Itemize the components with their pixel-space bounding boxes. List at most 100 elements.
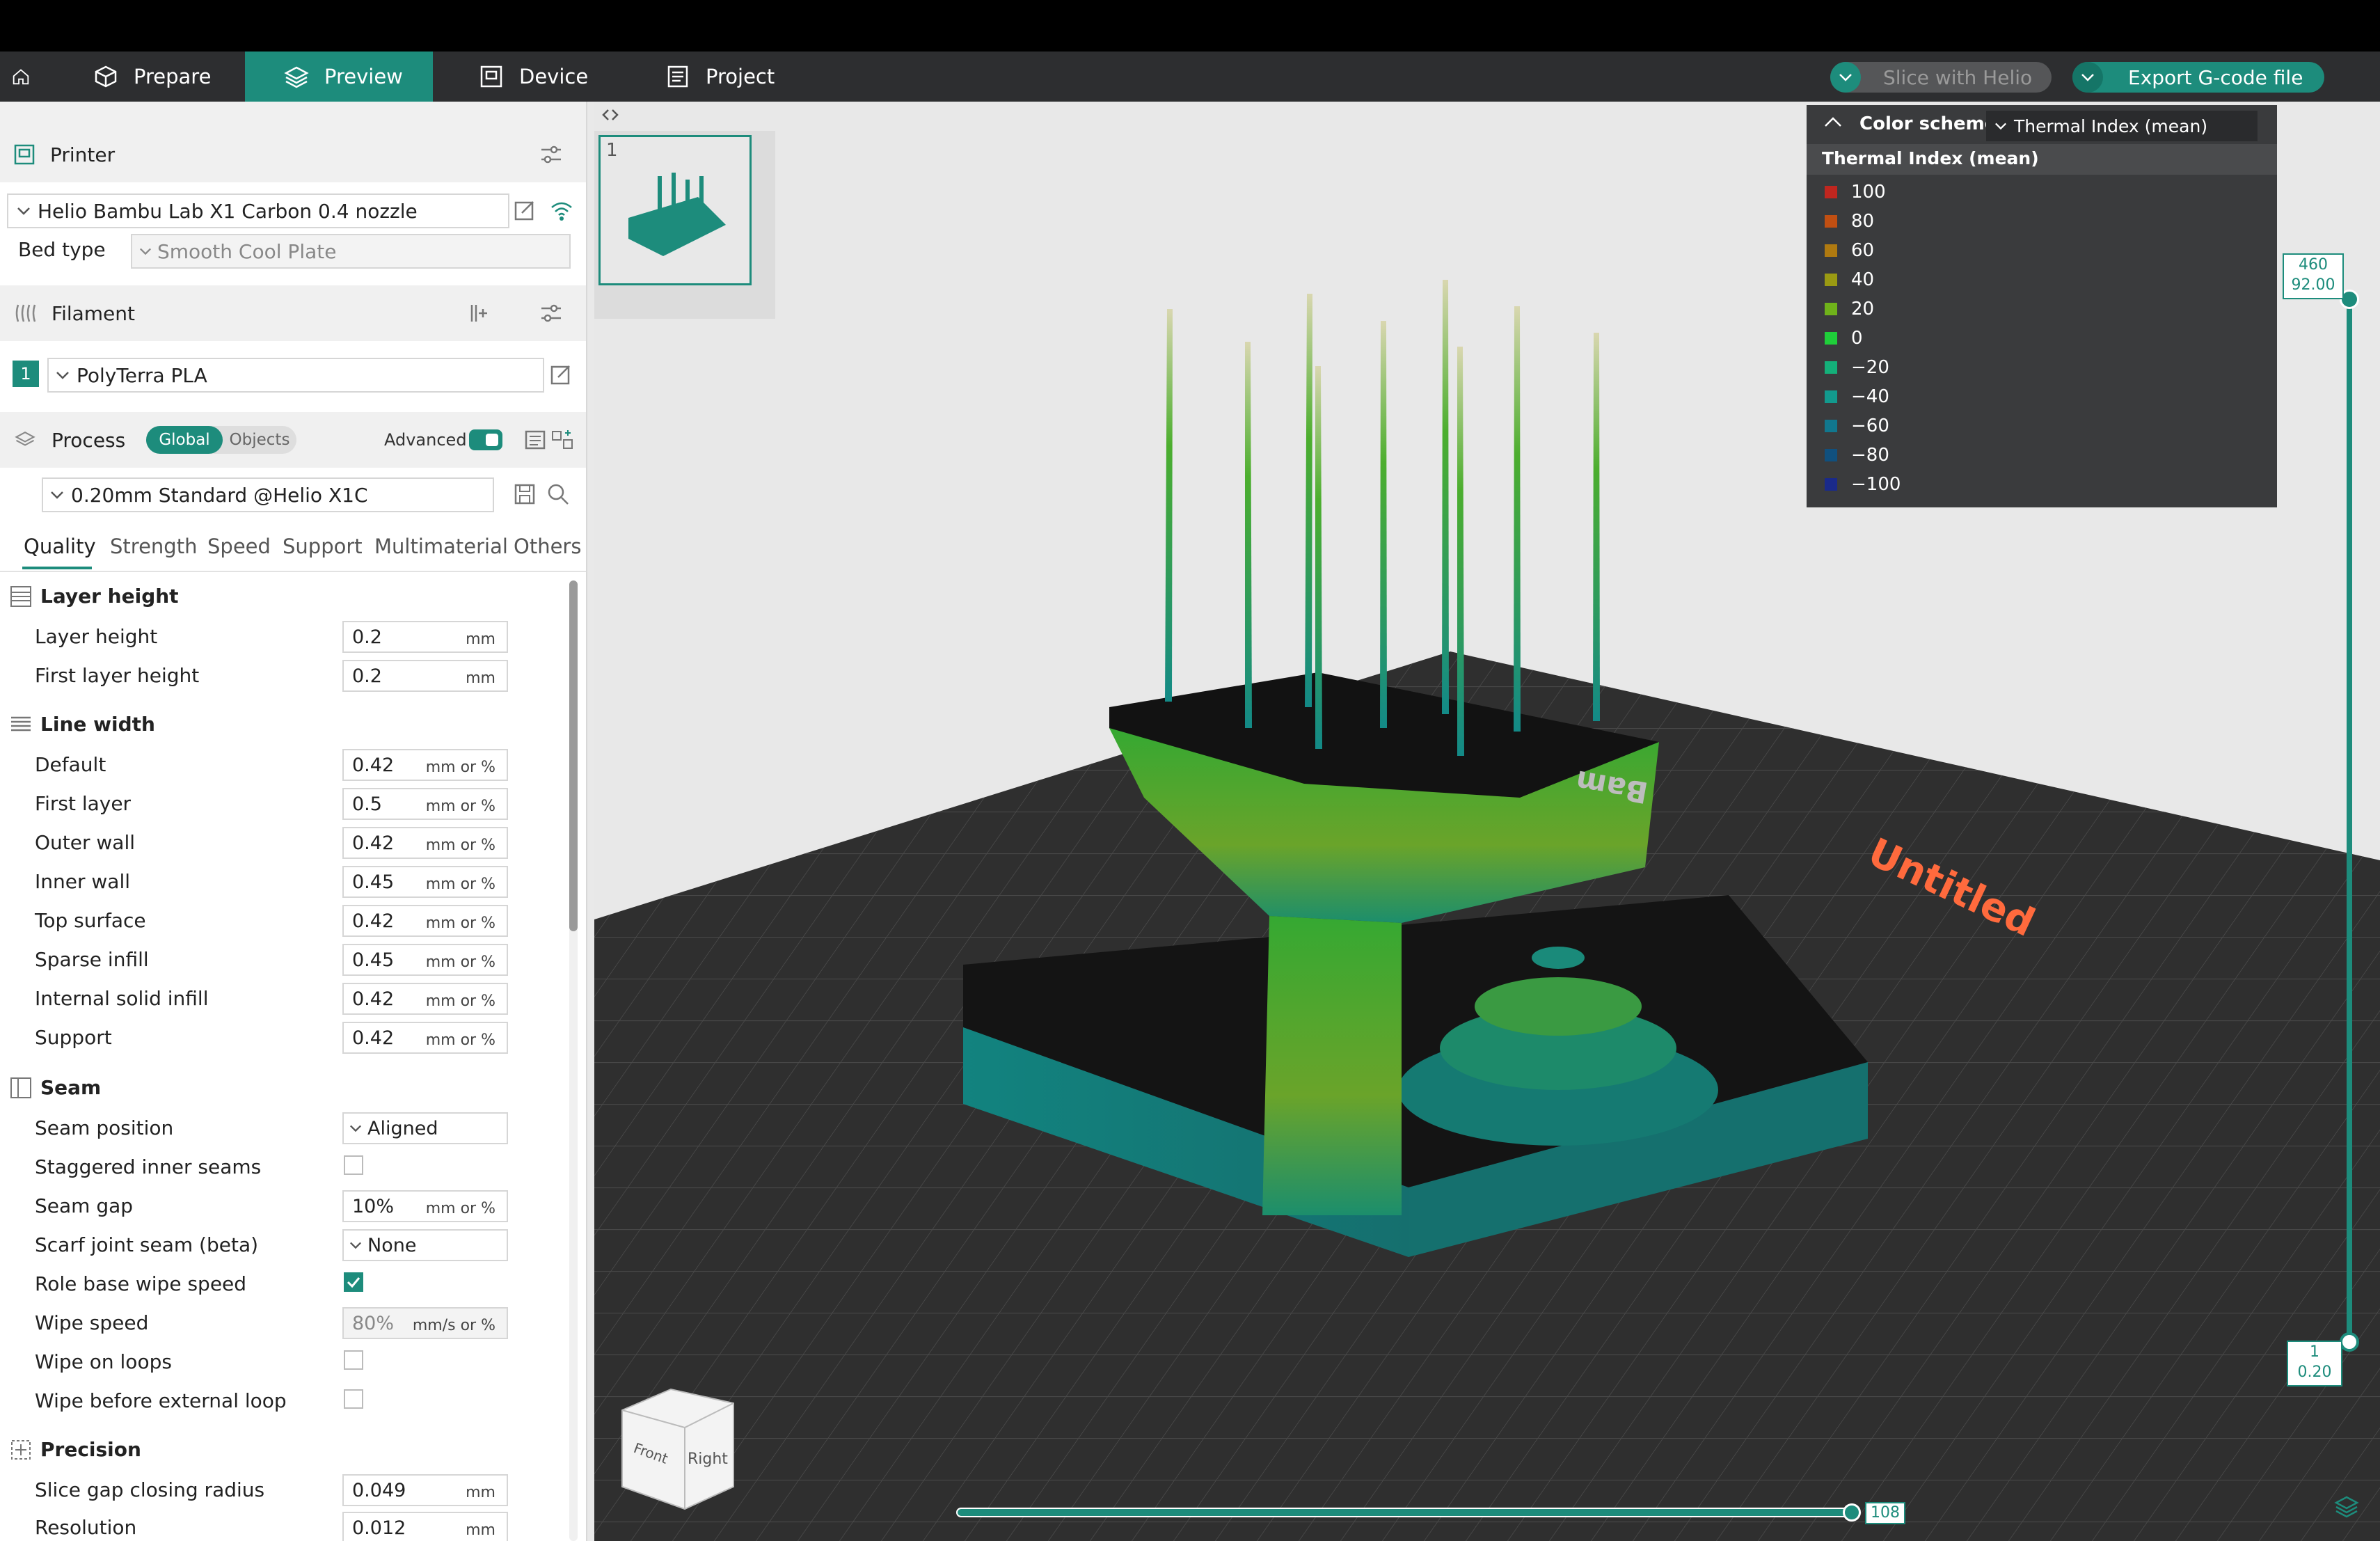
tab-device[interactable]: Device	[479, 52, 618, 102]
staggered-inner-seams-checkbox[interactable]	[344, 1155, 363, 1175]
wipe-speed-input[interactable]: 80% mm/s or %	[342, 1307, 508, 1339]
filament-settings-icon[interactable]	[540, 303, 562, 324]
bed-type-select[interactable]: Smooth Cool Plate	[131, 234, 571, 269]
line-width-inner-wall-input[interactable]: 0.45 mm or %	[342, 866, 508, 898]
layer-top-number: 460	[2299, 256, 2328, 274]
wipe-before-external-loop-checkbox[interactable]	[344, 1389, 363, 1409]
process-layers-icon	[15, 431, 35, 446]
line-width-sparse-infill-input[interactable]: 0.45 mm or %	[342, 944, 508, 976]
tab-project-label: Project	[706, 65, 775, 88]
settings-scrollbar-thumb[interactable]	[569, 580, 578, 931]
slice-gap-closing-radius-unit: mm	[466, 1484, 495, 1501]
line-width-internal-solid-infill-label: Internal solid infill	[35, 987, 209, 1010]
printer-select[interactable]: Helio Bambu Lab X1 Carbon 0.4 nozzle	[7, 193, 509, 228]
slice-dropdown-toggle[interactable]	[1830, 62, 1861, 93]
export-gcode-button[interactable]: Export G-code file	[2072, 62, 2324, 93]
layers-toggle-icon[interactable]	[2334, 1494, 2359, 1519]
tab-quality[interactable]: Quality	[24, 535, 96, 558]
tab-project[interactable]: Project	[665, 52, 804, 102]
edit-printer-icon[interactable]	[514, 199, 536, 221]
filament-header: Filament	[0, 285, 586, 341]
line-width-top-surface-unit: mm or %	[425, 915, 495, 932]
advanced-toggle[interactable]	[469, 429, 502, 450]
precision-icon	[11, 1439, 31, 1460]
printer-settings-icon[interactable]	[540, 144, 562, 165]
plate-thumbnail[interactable]: 1	[598, 135, 752, 285]
toggle-global[interactable]: Global	[146, 426, 223, 454]
layer-height-input[interactable]: 0.2 mm	[342, 621, 508, 653]
slice-with-helio-button[interactable]: Slice with Helio	[1830, 62, 2052, 93]
scarf-joint-select[interactable]: None	[342, 1229, 508, 1261]
legend-item: −100	[1825, 474, 1901, 495]
group-layer-height: Layer height	[10, 585, 179, 608]
edit-filament-icon[interactable]	[550, 363, 572, 386]
seam-gap-input[interactable]: 10% mm or %	[342, 1190, 508, 1222]
chevron-down-icon	[51, 491, 63, 499]
layers-icon	[284, 66, 309, 88]
line-width-group-title: Line width	[40, 713, 155, 736]
home-button[interactable]	[11, 52, 46, 102]
legend-item: 60	[1825, 240, 1874, 261]
wipe-on-loops-checkbox[interactable]	[344, 1350, 363, 1370]
global-objects-toggle[interactable]: Global Objects	[146, 426, 296, 454]
legend-label: 60	[1851, 240, 1875, 261]
seam-position-value: Aligned	[367, 1117, 438, 1139]
list-view-icon[interactable]	[525, 429, 546, 450]
group-precision: Precision	[10, 1438, 141, 1461]
legend-label: −20	[1851, 357, 1889, 378]
search-icon[interactable]	[547, 483, 569, 505]
first-layer-height-value: 0.2	[352, 665, 382, 687]
wifi-icon[interactable]	[550, 199, 573, 221]
process-profile-select[interactable]: 0.20mm Standard @Helio X1C	[42, 477, 494, 512]
legend-item: 40	[1825, 269, 1874, 290]
color-scheme-value: Thermal Index (mean)	[2014, 116, 2208, 136]
line-width-outer-wall-label: Outer wall	[35, 831, 136, 854]
tab-speed[interactable]: Speed	[207, 535, 271, 558]
filament-slot-badge[interactable]: 1	[13, 361, 39, 387]
tab-support[interactable]: Support	[283, 535, 363, 558]
resolution-input[interactable]: 0.012 mm	[342, 1512, 508, 1541]
staggered-inner-seams-label: Staggered inner seams	[35, 1155, 262, 1178]
chevron-up-icon[interactable]	[1823, 115, 1843, 129]
tab-strength[interactable]: Strength	[110, 535, 197, 558]
line-width-support-value: 0.42	[352, 1027, 395, 1049]
chevron-down-icon	[1995, 123, 2006, 130]
line-width-support-input[interactable]: 0.42 mm or %	[342, 1022, 508, 1054]
save-icon[interactable]	[514, 483, 536, 505]
export-dropdown-toggle[interactable]	[2072, 62, 2103, 93]
filament-name: PolyTerra PLA	[77, 363, 207, 387]
move-slider-handle[interactable]	[1843, 1503, 1861, 1522]
settings-scrollbar-track[interactable]	[569, 580, 578, 1541]
toggle-objects[interactable]: Objects	[223, 431, 296, 449]
collapse-sidebar-icon[interactable]	[600, 104, 621, 125]
line-width-first-layer-input[interactable]: 0.5 mm or %	[342, 788, 508, 820]
line-width-outer-wall-input[interactable]: 0.42 mm or %	[342, 827, 508, 859]
bed-type-value: Smooth Cool Plate	[157, 239, 337, 263]
tab-others[interactable]: Others	[514, 535, 581, 558]
layer-slider-track[interactable]	[2347, 297, 2352, 1341]
tab-preview[interactable]: Preview	[245, 52, 433, 102]
precision-group-title: Precision	[40, 1438, 141, 1461]
filament-title: Filament	[51, 301, 136, 325]
seam-position-select[interactable]: Aligned	[342, 1112, 508, 1144]
slice-gap-closing-radius-input[interactable]: 0.049 mm	[342, 1474, 508, 1506]
compare-icon[interactable]	[551, 429, 573, 451]
tab-multimaterial[interactable]: Multimaterial	[374, 535, 508, 558]
resolution-label: Resolution	[35, 1516, 137, 1539]
line-width-default-input[interactable]: 0.42 mm or %	[342, 749, 508, 781]
layer-height-label: Layer height	[35, 625, 158, 648]
line-width-support-label: Support	[35, 1026, 112, 1049]
cube-right-label: Right	[688, 1451, 728, 1468]
role-base-wipe-speed-checkbox[interactable]	[344, 1272, 363, 1292]
filament-select[interactable]: PolyTerra PLA	[47, 358, 544, 393]
layer-slider-bottom-handle[interactable]	[2340, 1332, 2359, 1352]
first-layer-height-input[interactable]: 0.2 mm	[342, 660, 508, 692]
tab-prepare[interactable]: Prepare	[93, 52, 245, 102]
seam-gap-unit: mm or %	[425, 1200, 495, 1217]
line-width-top-surface-input[interactable]: 0.42 mm or %	[342, 905, 508, 937]
legend-item: 0	[1825, 328, 1863, 349]
move-slider-track[interactable]	[956, 1508, 1854, 1517]
color-scheme-select[interactable]: Thermal Index (mean)	[1986, 111, 2258, 141]
line-width-internal-solid-infill-input[interactable]: 0.42 mm or %	[342, 983, 508, 1015]
add-filament-icon[interactable]	[468, 302, 490, 324]
